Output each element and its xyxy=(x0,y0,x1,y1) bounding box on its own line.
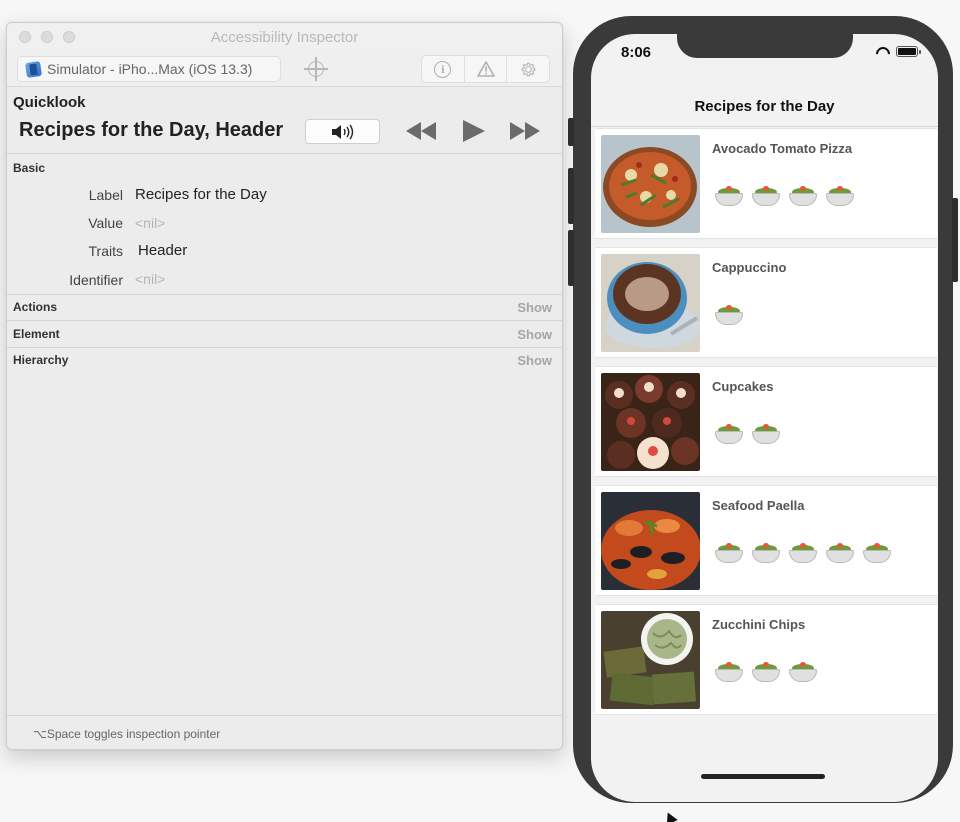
speaker-icon xyxy=(331,124,353,139)
wifi-icon xyxy=(876,47,890,57)
rating-icons xyxy=(713,542,893,564)
accessibility-inspector-window: Accessibility Inspector Simulator - iPho… xyxy=(6,22,563,750)
divider xyxy=(7,347,562,348)
soup-bowl-icon xyxy=(713,185,745,207)
mouse-cursor-icon xyxy=(662,809,678,822)
soup-bowl-icon xyxy=(750,185,782,207)
info-icon: i xyxy=(434,60,452,78)
element-section-title: Element xyxy=(13,327,60,341)
recipe-photo xyxy=(601,611,700,709)
recipe-name: Zucchini Chips xyxy=(712,617,806,632)
rating-icons xyxy=(713,304,745,326)
actions-show-button[interactable]: Show xyxy=(517,300,552,315)
power-button[interactable] xyxy=(952,198,958,282)
soup-bowl-icon xyxy=(713,542,745,564)
quicklook-heading: Quicklook xyxy=(13,94,86,111)
warning-icon xyxy=(476,61,495,77)
soup-bowl-icon xyxy=(787,185,819,207)
traits-value: Header xyxy=(138,242,188,259)
status-icons xyxy=(876,46,921,57)
phone-screen: 8:06 Recipes for the Day Avocado Tomato xyxy=(591,34,938,802)
divider xyxy=(7,320,562,321)
traits-key: Traits xyxy=(88,243,123,259)
gear-icon xyxy=(521,62,536,76)
iphone-simulator: 8:06 Recipes for the Day Avocado Tomato xyxy=(568,16,958,803)
inspection-pointer-button[interactable] xyxy=(303,55,329,83)
soup-bowl-icon xyxy=(861,542,893,564)
recipe-cell[interactable]: Cappuccino xyxy=(595,247,937,358)
recipe-name: Avocado Tomato Pizza xyxy=(712,141,853,156)
play-button[interactable] xyxy=(461,120,487,142)
recipe-cell[interactable]: Cupcakes xyxy=(595,366,937,477)
soup-bowl-icon xyxy=(750,661,782,683)
label-value: Recipes for the Day xyxy=(135,186,267,203)
notch xyxy=(677,34,853,58)
soup-bowl-icon xyxy=(824,542,856,564)
rewind-icon xyxy=(406,122,436,140)
recipe-name: Seafood Paella xyxy=(712,498,805,513)
target-label: Simulator - iPho...Max (iOS 13.3) xyxy=(47,61,253,77)
target-chooser[interactable]: Simulator - iPho...Max (iOS 13.3) xyxy=(17,56,281,82)
soup-bowl-icon xyxy=(750,423,782,445)
footer-divider xyxy=(7,715,562,716)
mode-segmented-control: i xyxy=(421,55,550,83)
audit-mode-button[interactable] xyxy=(465,56,508,82)
value-key: Value xyxy=(88,215,123,231)
soup-bowl-icon xyxy=(787,661,819,683)
hierarchy-show-button[interactable]: Show xyxy=(517,353,552,368)
soup-bowl-icon xyxy=(713,423,745,445)
soup-bowl-icon xyxy=(713,661,745,683)
window-title: Accessibility Inspector xyxy=(210,29,359,46)
element-show-button[interactable]: Show xyxy=(517,327,552,342)
rating-icons xyxy=(713,423,782,445)
soup-bowl-icon xyxy=(713,304,745,326)
divider xyxy=(7,294,562,295)
soup-bowl-icon xyxy=(750,542,782,564)
recipe-photo xyxy=(601,492,700,590)
title-bar: Accessibility Inspector xyxy=(7,23,562,51)
mute-switch[interactable] xyxy=(568,118,574,146)
status-time: 8:06 xyxy=(621,44,652,61)
home-indicator[interactable] xyxy=(701,774,825,779)
soup-bowl-icon xyxy=(824,185,856,207)
recipe-photo xyxy=(601,135,700,233)
hierarchy-section-title: Hierarchy xyxy=(13,353,69,367)
recipe-cell[interactable]: Zucchini Chips xyxy=(595,604,937,715)
soup-bowl-icon xyxy=(787,542,819,564)
volume-down-button[interactable] xyxy=(568,230,574,286)
recipe-name: Cupcakes xyxy=(712,379,774,394)
actions-section-title: Actions xyxy=(13,300,58,314)
inspector-mode-button[interactable]: i xyxy=(422,56,465,82)
recipe-cell[interactable]: Avocado Tomato Pizza xyxy=(595,128,937,239)
identifier-key: Identifier xyxy=(69,272,123,288)
speak-button[interactable] xyxy=(305,119,380,144)
label-key: Label xyxy=(88,187,123,203)
recipe-name: Cappuccino xyxy=(712,260,787,275)
volume-up-button[interactable] xyxy=(568,168,574,224)
rating-icons xyxy=(713,661,819,683)
quicklook-description: Recipes for the Day, Header xyxy=(19,119,284,141)
basic-section-title: Basic xyxy=(13,161,46,175)
next-element-button[interactable] xyxy=(509,120,541,142)
previous-element-button[interactable] xyxy=(405,120,437,142)
footer-hint: ⌥Space toggles inspection pointer xyxy=(33,727,221,741)
rating-icons xyxy=(713,185,856,207)
recipe-cell[interactable]: Seafood Paella xyxy=(595,485,937,596)
nav-divider xyxy=(591,126,938,127)
fast-forward-icon xyxy=(510,122,540,140)
recipe-photo xyxy=(601,254,700,352)
crosshair-icon xyxy=(304,57,328,81)
divider xyxy=(7,153,562,154)
simulator-icon xyxy=(25,60,42,78)
toolbar: Simulator - iPho...Max (iOS 13.3) i xyxy=(7,51,562,87)
identifier-value: <nil> xyxy=(135,271,166,287)
recipe-photo xyxy=(601,373,700,471)
play-icon xyxy=(463,120,485,142)
battery-icon xyxy=(896,46,921,57)
nav-title-header[interactable]: Recipes for the Day xyxy=(591,98,938,115)
value-value: <nil> xyxy=(135,215,166,231)
settings-mode-button[interactable] xyxy=(507,56,549,82)
